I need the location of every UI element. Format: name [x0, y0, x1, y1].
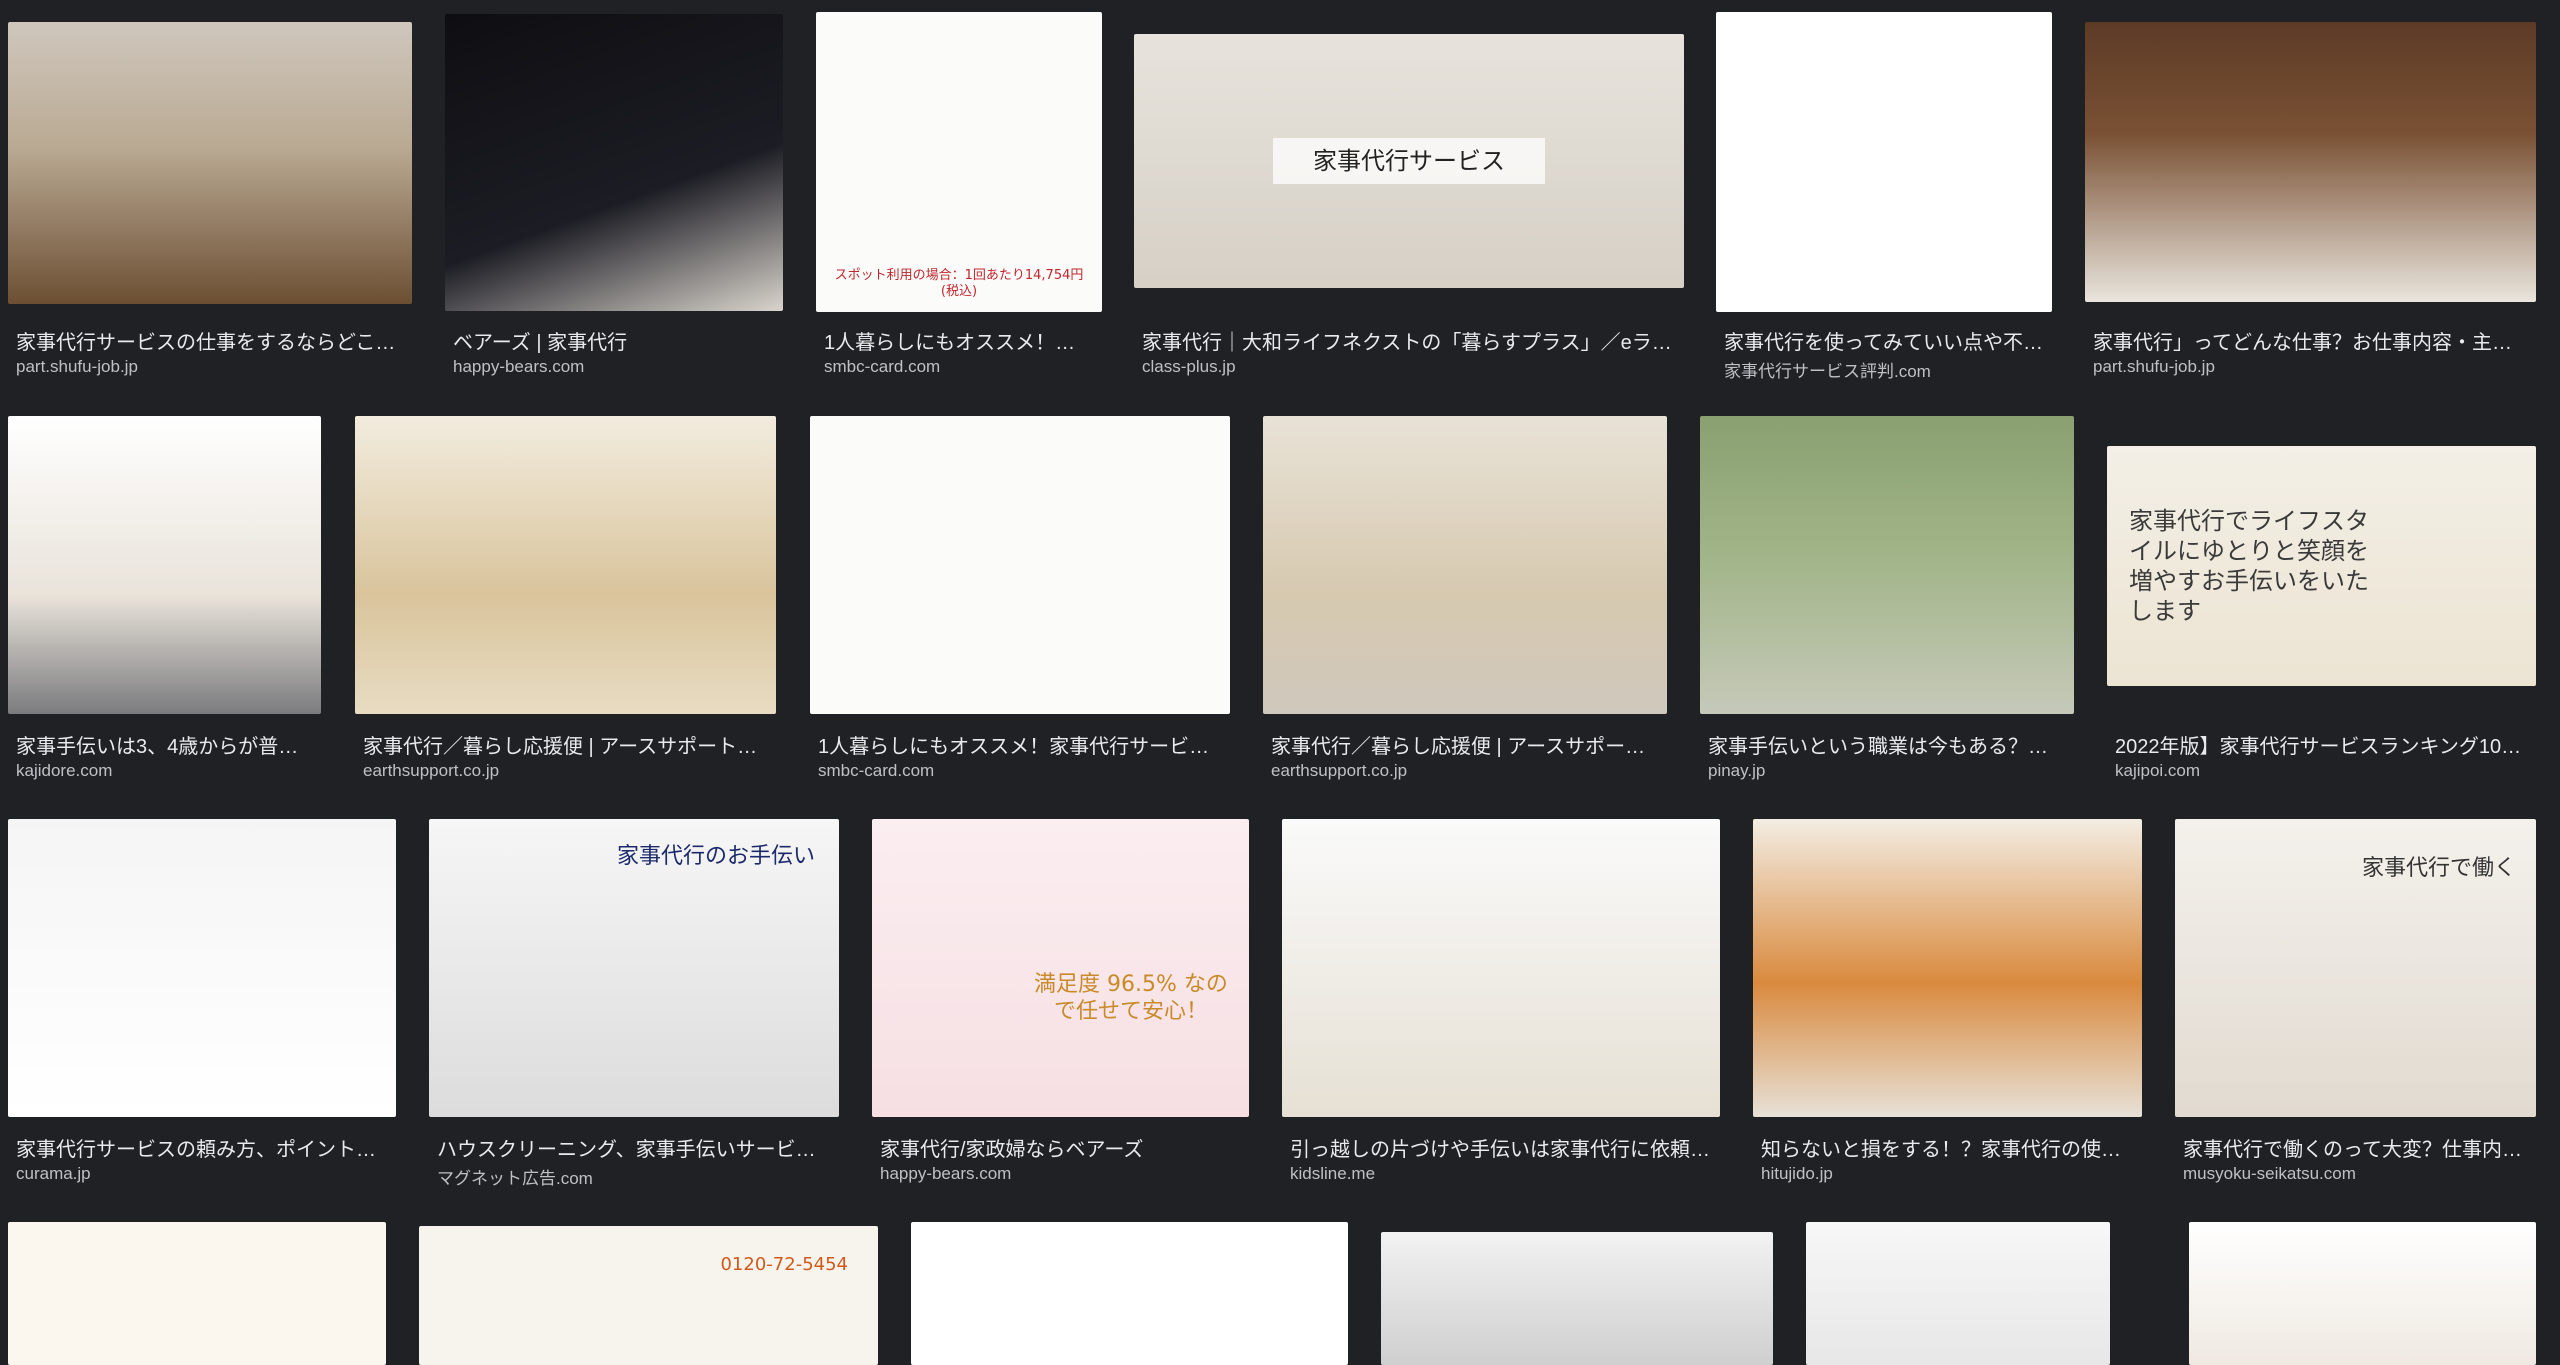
result-thumbnail[interactable] [8, 1222, 386, 1365]
thumbnail-caption: 家事代行でライフスタイルにゆとりと笑顔を増やすお手伝いをいたします [2129, 507, 2369, 625]
result-domain[interactable]: earthsupport.co.jp [363, 761, 768, 781]
result-thumbnail[interactable]: 0120-72-5454 [419, 1226, 878, 1365]
result-domain[interactable]: part.shufu-job.jp [2093, 357, 2528, 377]
result-domain[interactable]: kajidore.com [16, 761, 313, 781]
result-domain[interactable]: earthsupport.co.jp [1271, 761, 1659, 781]
thumbnail-caption: 家事代行のお手伝い [616, 844, 815, 869]
result-thumbnail[interactable] [1806, 1222, 2110, 1365]
result-domain[interactable]: class-plus.jp [1142, 357, 1676, 377]
result-title[interactable]: 家事代行／暮らし応援便 | アースサポー… [1271, 730, 1659, 759]
result-thumbnail[interactable] [8, 22, 412, 304]
result-domain[interactable]: kidsline.me [1290, 1164, 1712, 1184]
result-thumbnail[interactable] [1716, 12, 2052, 312]
result-domain[interactable]: happy-bears.com [453, 357, 775, 377]
result-title[interactable]: 1人暮らしにもオススメ！家… [824, 326, 1094, 355]
result-thumbnail[interactable]: 家事代行で働く [2175, 819, 2536, 1117]
result-title[interactable]: 家事代行サービスの仕事をするならどこ… [16, 326, 404, 355]
result-thumbnail[interactable] [8, 416, 321, 714]
thumbnail-caption: 家事代行で働く [2361, 856, 2516, 881]
result-title[interactable]: 知らないと損をする！？家事代行の使… [1761, 1133, 2134, 1162]
result-thumbnail[interactable] [1700, 416, 2074, 714]
result-domain[interactable]: smbc-card.com [818, 761, 1222, 781]
thumbnail-caption: スポット利用の場合：1回あたり14,754円(税込) [834, 267, 1084, 299]
result-domain[interactable]: kajipoi.com [2115, 761, 2528, 781]
result-title[interactable]: 家事手伝いは3、4歳からが普… [16, 730, 313, 759]
thumbnail-caption: 家事代行サービス [1273, 138, 1545, 184]
result-thumbnail[interactable] [1753, 819, 2142, 1117]
result-thumbnail[interactable] [810, 416, 1230, 714]
result-thumbnail[interactable]: 家事代行でライフスタイルにゆとりと笑顔を増やすお手伝いをいたします [2107, 446, 2536, 686]
result-title[interactable]: 1人暮らしにもオススメ！家事代行サービ… [818, 730, 1222, 759]
thumbnail-caption: 満足度 96.5% なので任せて安心！ [1034, 971, 1228, 1025]
result-title[interactable]: 引っ越しの片づけや手伝いは家事代行に依頼… [1290, 1133, 1712, 1162]
result-title[interactable]: 家事代行サービスの頼み方、ポイント… [16, 1133, 388, 1162]
result-thumbnail[interactable] [445, 14, 783, 311]
result-domain[interactable]: happy-bears.com [880, 1164, 1241, 1184]
result-title[interactable]: 家事代行で働くのって大変？仕事内… [2183, 1133, 2528, 1162]
results-row-3: 家事代行サービスの頼み方、ポイント… curama.jp 家事代行のお手伝い ハ… [0, 815, 2560, 1195]
result-title[interactable]: 家事代行」ってどんな仕事？お仕事内容・主… [2093, 326, 2528, 355]
result-thumbnail[interactable]: 満足度 96.5% なので任せて安心！ [872, 819, 1249, 1117]
result-thumbnail[interactable] [355, 416, 776, 714]
result-thumbnail[interactable] [1263, 416, 1667, 714]
result-thumbnail[interactable] [1381, 1232, 1773, 1365]
results-row-4: 0120-72-5454 [0, 1218, 2560, 1365]
result-domain[interactable]: musyoku-seikatsu.com [2183, 1164, 2528, 1184]
result-domain[interactable]: smbc-card.com [824, 357, 1094, 377]
result-thumbnail[interactable] [911, 1222, 1348, 1365]
thumbnail-caption: 0120-72-5454 [720, 1254, 848, 1275]
result-domain[interactable]: マグネット広告.com [437, 1164, 831, 1189]
result-title[interactable]: 家事手伝いという職業は今もある？家… [1708, 730, 2066, 759]
result-title[interactable]: 家事代行/家政婦ならベアーズ [880, 1133, 1241, 1162]
result-thumbnail[interactable]: スポット利用の場合：1回あたり14,754円(税込) [816, 12, 1102, 312]
result-domain[interactable]: 家事代行サービス評判.com [1724, 357, 2044, 382]
result-thumbnail[interactable] [1282, 819, 1720, 1117]
result-title[interactable]: 家事代行／暮らし応援便 | アースサポート… [363, 730, 768, 759]
result-thumbnail[interactable]: 家事代行のお手伝い [429, 819, 839, 1117]
result-thumbnail[interactable] [2085, 22, 2536, 302]
result-title[interactable]: 2022年版】家事代行サービスランキング10… [2115, 730, 2528, 759]
result-thumbnail[interactable]: 家事代行サービス [1134, 34, 1684, 288]
result-title[interactable]: ハウスクリーニング、家事手伝いサービス… [437, 1133, 831, 1162]
result-domain[interactable]: part.shufu-job.jp [16, 357, 404, 377]
result-domain[interactable]: pinay.jp [1708, 761, 2066, 781]
result-thumbnail[interactable] [8, 819, 396, 1117]
result-title[interactable]: 家事代行｜大和ライフネクストの「暮らすプラス」／eラ… [1142, 326, 1676, 355]
result-thumbnail[interactable] [2189, 1222, 2536, 1365]
result-title[interactable]: 家事代行を使ってみていい点や不… [1724, 326, 2044, 355]
result-domain[interactable]: curama.jp [16, 1164, 388, 1184]
results-row-2: 家事手伝いは3、4歳からが普… kajidore.com 家事代行／暮らし応援便… [0, 412, 2560, 792]
result-domain[interactable]: hitujido.jp [1761, 1164, 2134, 1184]
results-row-1: 家事代行サービスの仕事をするならどこ… part.shufu-job.jp ベア… [0, 8, 2560, 388]
result-title[interactable]: ベアーズ | 家事代行 [453, 326, 775, 355]
